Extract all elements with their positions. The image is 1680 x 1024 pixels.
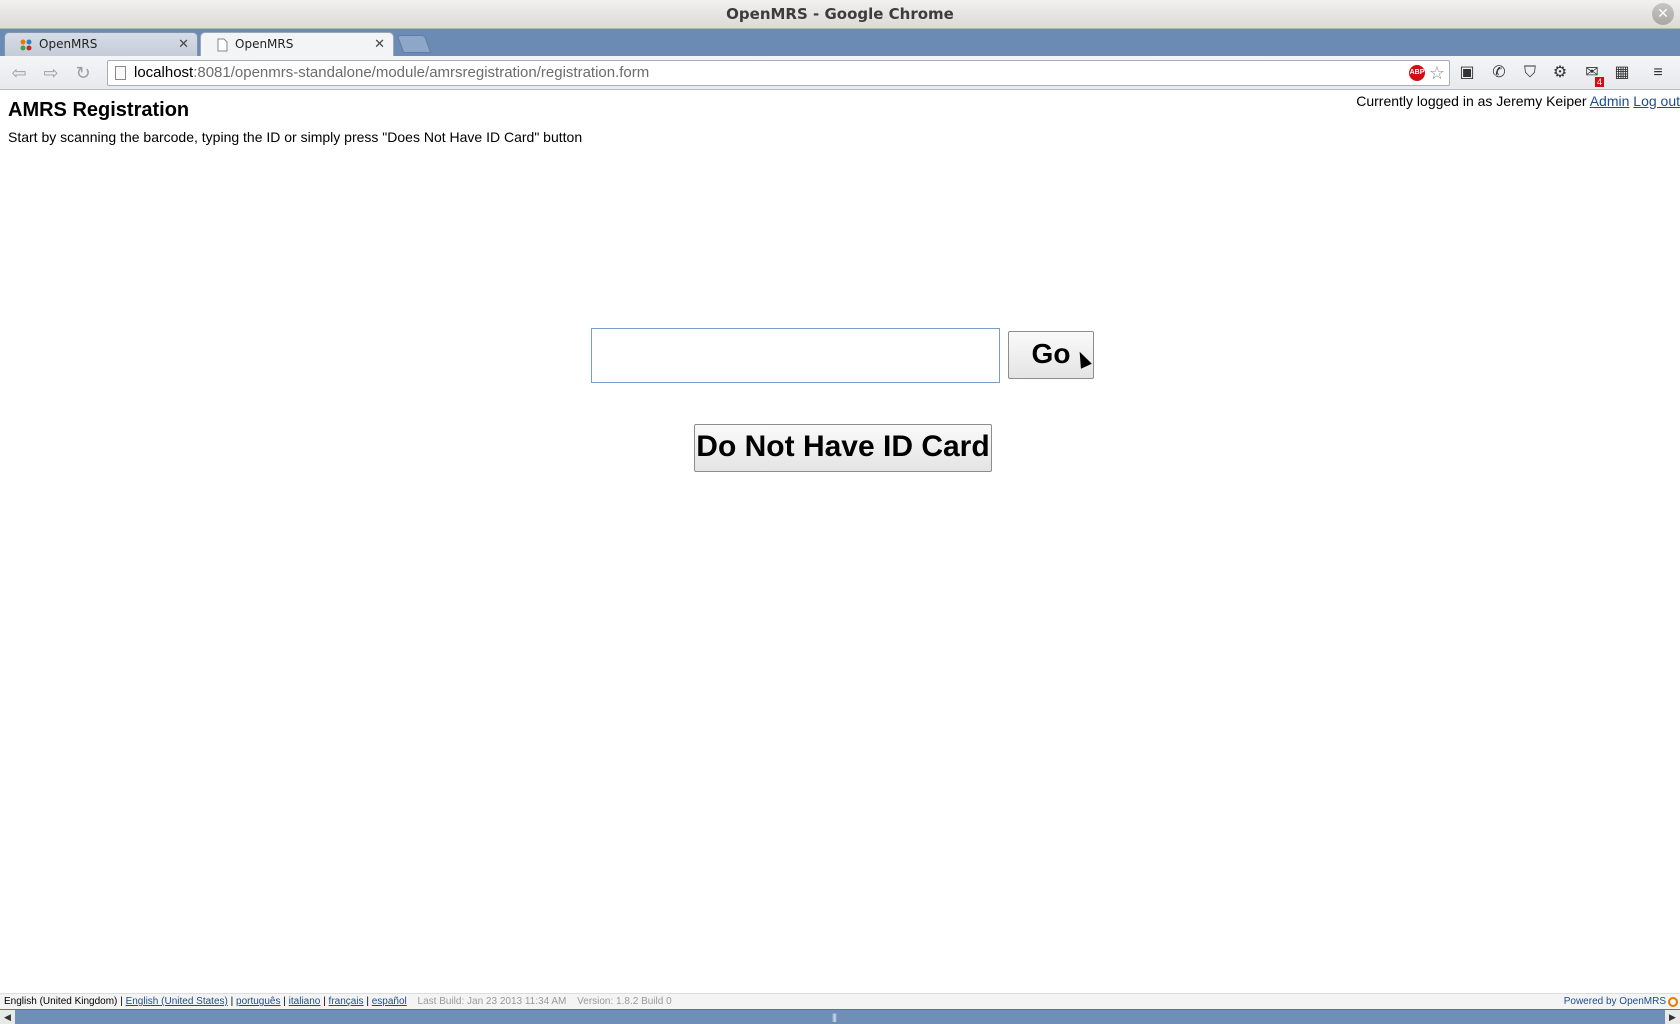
locale-link-es[interactable]: español [372, 996, 407, 1007]
reload-icon[interactable]: ↻ [72, 62, 94, 84]
browser-toolbar: ⇦ ⇨ ↻ localhost:8081/openmrs-standalone/… [0, 56, 1680, 90]
openmrs-favicon-icon [20, 39, 32, 51]
gear-icon[interactable]: ⚙ [1550, 63, 1570, 83]
new-tab-button[interactable] [396, 35, 432, 53]
separator: | [366, 996, 369, 1007]
powered-by-link[interactable]: Powered by OpenMRS [1564, 994, 1666, 1009]
logged-in-text: Currently logged in as Jeremy Keiper [1356, 93, 1587, 109]
extension-image-icon[interactable]: ▦ [1612, 63, 1632, 83]
tab-strip: OpenMRS ✕ OpenMRS ✕ [0, 29, 1680, 56]
build-info: Last Build: Jan 23 2013 11:34 AM [417, 996, 567, 1007]
horizontal-scrollbar[interactable]: ◀ ||| ▶ [0, 1009, 1680, 1024]
locale-link-it[interactable]: italiano [289, 996, 321, 1007]
no-id-card-button[interactable]: Do Not Have ID Card [694, 424, 992, 472]
tab-label: OpenMRS [235, 37, 294, 51]
back-icon[interactable]: ⇦ [8, 62, 30, 84]
mail-badge: 4 [1594, 77, 1604, 87]
logout-link[interactable]: Log out [1633, 93, 1680, 109]
window-titlebar: OpenMRS - Google Chrome ✕ [0, 0, 1680, 29]
page-content: Currently logged in as Jeremy Keiper Adm… [0, 91, 1680, 992]
tab-close-icon[interactable]: ✕ [178, 33, 189, 56]
window-close-button[interactable]: ✕ [1652, 3, 1674, 25]
footer: English (United Kingdom) | English (Unit… [0, 993, 1680, 1009]
id-search-input[interactable] [591, 328, 1000, 383]
tab-close-icon[interactable]: ✕ [374, 33, 385, 56]
adblock-icon[interactable]: ABP [1409, 65, 1425, 81]
current-locale: English (United Kingdom) [4, 996, 118, 1007]
tab-openmrs-1[interactable]: OpenMRS ✕ [4, 32, 198, 56]
locale-link-fr[interactable]: français [329, 996, 364, 1007]
bookmark-star-icon[interactable]: ☆ [1429, 62, 1445, 84]
locale-link-en-us[interactable]: English (United States) [126, 996, 228, 1007]
scroll-grip-icon[interactable]: ||| [832, 1012, 837, 1022]
locale-link-pt[interactable]: português [236, 996, 280, 1007]
scroll-right-icon[interactable]: ▶ [1665, 1010, 1680, 1024]
extension-folder-icon[interactable]: ▣ [1457, 63, 1477, 83]
page-icon [115, 66, 126, 80]
url-host: localhost [134, 64, 194, 81]
separator: | [323, 996, 326, 1007]
extension-phone-icon[interactable]: ✆ [1489, 63, 1509, 83]
openmrs-logo-icon [1668, 997, 1678, 1007]
url-path: :8081/openmrs-standalone/module/amrsregi… [193, 64, 650, 81]
separator: | [120, 996, 123, 1007]
user-bar: Currently logged in as Jeremy Keiper Adm… [1356, 93, 1680, 109]
address-bar[interactable]: localhost:8081/openmrs-standalone/module… [107, 60, 1450, 86]
version-info: Version: 1.8.2 Build 0 [577, 996, 672, 1007]
tab-openmrs-2[interactable]: OpenMRS ✕ [200, 32, 394, 56]
pocket-icon[interactable]: ⛉ [1520, 63, 1540, 83]
page-icon [217, 38, 228, 52]
forward-icon[interactable]: ⇨ [40, 62, 62, 84]
scroll-left-icon[interactable]: ◀ [0, 1010, 15, 1024]
separator: | [283, 996, 286, 1007]
admin-link[interactable]: Admin [1590, 93, 1630, 109]
page-title: AMRS Registration [8, 99, 190, 121]
window-title: OpenMRS - Google Chrome [726, 5, 954, 23]
separator: | [230, 996, 234, 1007]
instructions-text: Start by scanning the barcode, typing th… [8, 129, 583, 145]
menu-icon[interactable]: ≡ [1648, 63, 1668, 83]
mail-extension-icon[interactable]: ✉ 4 [1582, 63, 1604, 87]
tab-label: OpenMRS [39, 37, 98, 51]
